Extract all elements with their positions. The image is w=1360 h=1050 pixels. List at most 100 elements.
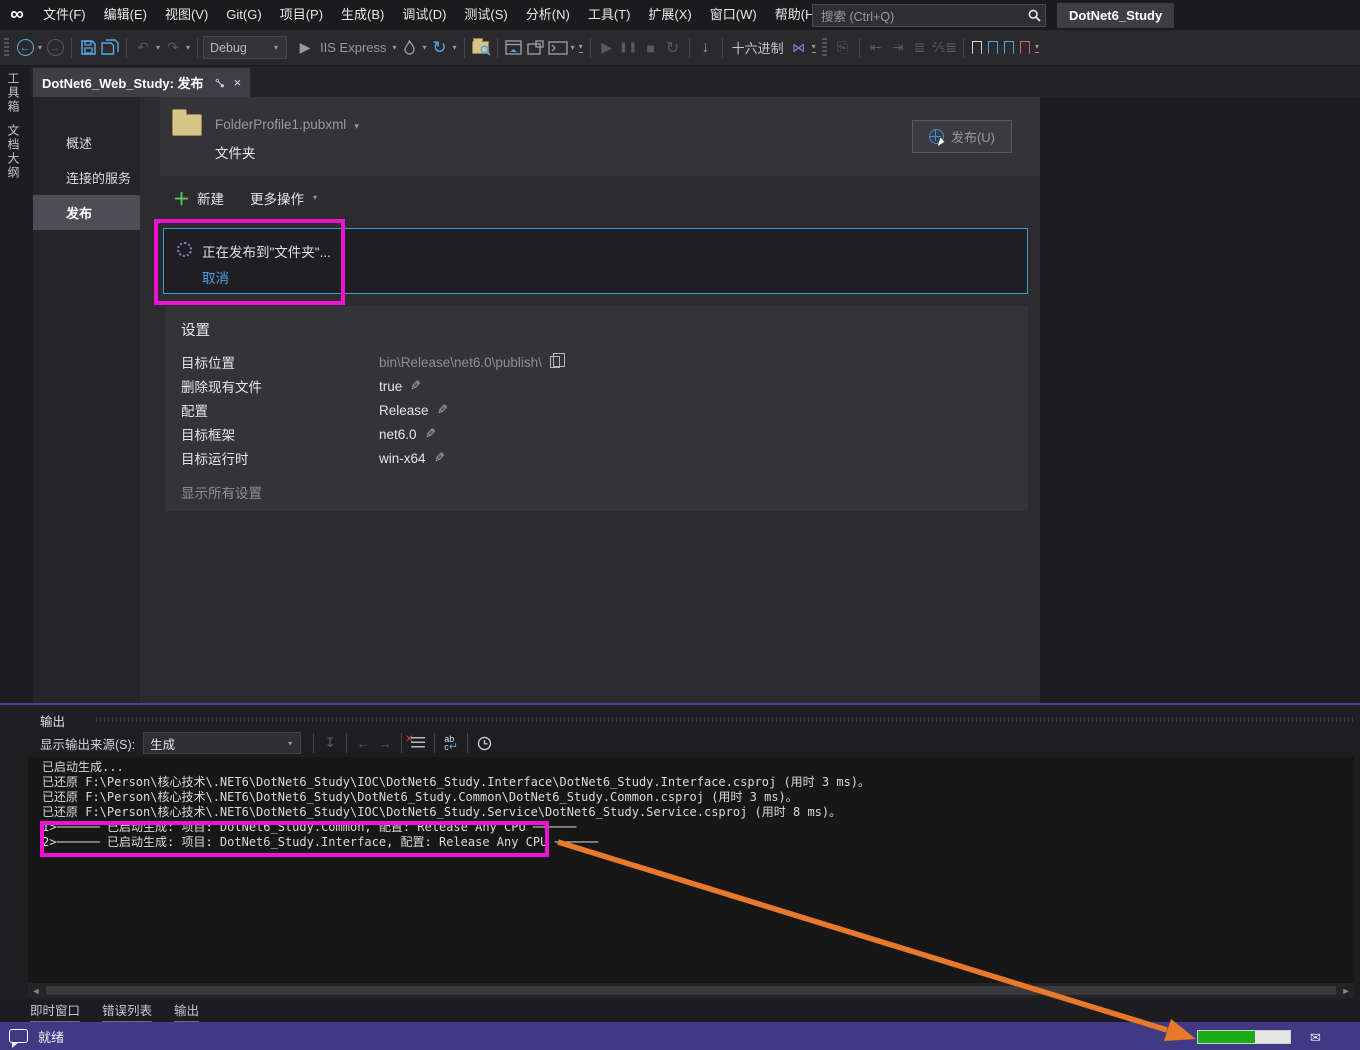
next-bookmark-icon[interactable] — [1004, 41, 1014, 54]
hot-reload-dropdown-icon[interactable]: ▾ — [423, 43, 427, 52]
edit-icon[interactable]: ✎ — [437, 402, 448, 418]
scroll-left-icon[interactable]: ◄ — [28, 986, 44, 996]
document-outline-vertical-tab[interactable]: 文档大纲 — [5, 124, 22, 180]
title-bar: ∞ 文件(F) 编辑(E) 视图(V) Git(G) 项目(P) 生成(B) 调… — [0, 0, 1360, 30]
menu-project[interactable]: 项目(P) — [271, 0, 332, 30]
menu-build[interactable]: 生成(B) — [332, 0, 393, 30]
scrollbar-thumb[interactable] — [46, 986, 1336, 995]
send-feedback-icon[interactable]: ✉ — [1310, 1030, 1321, 1046]
toolbar-overflow-icon[interactable]: ▾ — [579, 42, 583, 53]
copy-icon[interactable] — [550, 356, 560, 368]
pause-icon[interactable]: ❚❚ — [619, 36, 639, 60]
menu-tools[interactable]: 工具(T) — [579, 0, 640, 30]
menu-git[interactable]: Git(G) — [217, 0, 270, 30]
save-icon[interactable] — [78, 36, 98, 60]
search-input[interactable]: 搜索 (Ctrl+Q) — [812, 4, 1046, 27]
word-wrap-icon[interactable]: abc↵ — [440, 732, 462, 754]
menu-test[interactable]: 测试(S) — [455, 0, 516, 30]
nav-overview[interactable]: 概述 — [33, 125, 140, 160]
navigate-back-icon[interactable]: ← — [15, 36, 35, 60]
vs-window: ∞ 文件(F) 编辑(E) 视图(V) Git(G) 项目(P) 生成(B) 调… — [0, 0, 1360, 1050]
home-window-icon[interactable] — [504, 36, 524, 60]
output-log[interactable]: 已启动生成... 已还原 F:\Person\核心技术\.NET6\DotNet… — [28, 757, 1354, 983]
search-placeholder: 搜索 (Ctrl+Q) — [813, 6, 1023, 25]
timestamp-icon[interactable] — [473, 732, 495, 754]
undo-dropdown-icon[interactable]: ▾ — [156, 43, 160, 52]
step-into-icon[interactable]: ↓ — [696, 36, 716, 60]
hex-display-toggle[interactable]: 十六进制 — [732, 38, 784, 57]
prev-message-icon[interactable]: ← — [352, 732, 374, 754]
menu-window[interactable]: 窗口(W) — [701, 0, 766, 30]
back-dropdown-icon[interactable]: ▾ — [38, 43, 42, 52]
uncomment-icon[interactable]: ⅖≣ — [932, 36, 957, 60]
nav-connected-services[interactable]: 连接的服务 — [33, 160, 140, 195]
debug-overflow-icon[interactable]: ▾ — [812, 42, 816, 53]
menu-extensions[interactable]: 扩展(X) — [639, 0, 700, 30]
decrease-indent-icon[interactable]: ⇤ — [866, 36, 886, 60]
edit-icon[interactable]: ✎ — [434, 450, 445, 466]
edit-icon[interactable]: ✎ — [425, 426, 436, 442]
feedback-bubble-icon[interactable] — [9, 1029, 28, 1043]
settings-title: 设置 — [181, 319, 210, 340]
save-all-icon[interactable] — [100, 36, 120, 60]
redo-icon[interactable]: ↷ — [163, 36, 183, 60]
stop-icon[interactable]: ■ — [641, 36, 661, 60]
spinner-icon — [177, 242, 192, 257]
new-profile-button[interactable]: ＋ 新建 — [173, 185, 224, 210]
clear-output-icon[interactable] — [407, 732, 429, 754]
document-tab-publish[interactable]: DotNet6_Web_Study: 发布 ⊶ × — [33, 68, 250, 97]
search-icon[interactable] — [1023, 5, 1045, 26]
start-debug-icon[interactable]: ▶ — [295, 36, 315, 60]
navigate-forward-icon[interactable]: → — [45, 36, 65, 60]
solution-config-dropdown[interactable]: Debug▾ — [203, 36, 287, 59]
refresh-dropdown-icon[interactable]: ▾ — [453, 43, 457, 52]
prev-bookmark-icon[interactable] — [988, 41, 998, 54]
setting-row-target-framework: 目标框架 net6.0✎ — [181, 424, 1011, 444]
next-message-icon[interactable]: → — [374, 732, 396, 754]
refresh-icon[interactable]: ↻ — [430, 36, 450, 60]
close-icon[interactable]: × — [234, 75, 242, 90]
bookmark-overflow-icon[interactable]: ▾ — [1035, 42, 1039, 53]
pin-icon[interactable]: ⊶ — [210, 73, 228, 91]
tab-immediate-window[interactable]: 即时窗口 — [30, 1000, 80, 1023]
run-target-dropdown-icon[interactable]: ▾ — [393, 43, 397, 52]
menu-file[interactable]: 文件(F) — [34, 0, 95, 30]
output-horizontal-scrollbar[interactable]: ◄ ► — [28, 983, 1354, 998]
continue-icon[interactable]: ▶ — [597, 36, 617, 60]
output-source-dropdown[interactable]: 生成▾ — [143, 732, 301, 754]
show-all-settings-link[interactable]: 显示所有设置 — [181, 482, 262, 502]
edit-icon[interactable]: ✎ — [410, 378, 421, 394]
comment-icon[interactable]: ≣ — [910, 36, 930, 60]
tab-output[interactable]: 输出 — [174, 1000, 199, 1023]
redo-dropdown-icon[interactable]: ▾ — [186, 43, 190, 52]
menu-debug[interactable]: 调试(D) — [393, 0, 455, 30]
publish-button[interactable]: 发布(U) — [912, 120, 1012, 153]
toolbox-vertical-tab[interactable]: 工具箱 — [5, 72, 22, 114]
menu-view[interactable]: 视图(V) — [156, 0, 217, 30]
goto-message-icon[interactable]: ↧ — [319, 732, 341, 754]
terminal-icon[interactable] — [548, 36, 568, 60]
toggle-bookmark-icon[interactable] — [972, 41, 982, 54]
run-target-label[interactable]: IIS Express — [320, 40, 386, 55]
toolbar-grip[interactable] — [4, 38, 9, 58]
clear-bookmarks-icon[interactable] — [1020, 41, 1030, 54]
new-window-icon[interactable] — [526, 36, 546, 60]
hot-reload-icon[interactable] — [400, 36, 420, 60]
panel-drag-handle[interactable] — [96, 717, 1354, 722]
menu-analyze[interactable]: 分析(N) — [517, 0, 579, 30]
terminal-dropdown-icon[interactable]: ▾ — [571, 43, 575, 52]
undo-icon[interactable]: ↶ — [133, 36, 153, 60]
more-actions-button[interactable]: 更多操作 ▾ — [250, 188, 319, 208]
tab-error-list[interactable]: 错误列表 — [102, 1000, 152, 1023]
cancel-link[interactable]: 取消 — [202, 267, 229, 287]
parallel-stacks-icon[interactable]: ⋈ — [789, 36, 809, 60]
restart-icon[interactable]: ↻ — [663, 36, 683, 60]
menu-edit[interactable]: 编辑(E) — [95, 0, 156, 30]
paste-icon[interactable]: ⎘ — [833, 36, 853, 60]
profile-dropdown[interactable]: FolderProfile1.pubxml▾ — [215, 117, 361, 132]
increase-indent-icon[interactable]: ⇥ — [888, 36, 908, 60]
find-in-solution-explorer-icon[interactable] — [471, 36, 491, 60]
nav-publish[interactable]: 发布 — [33, 195, 140, 230]
plus-icon: ＋ — [173, 185, 190, 210]
scroll-right-icon[interactable]: ► — [1338, 986, 1354, 996]
